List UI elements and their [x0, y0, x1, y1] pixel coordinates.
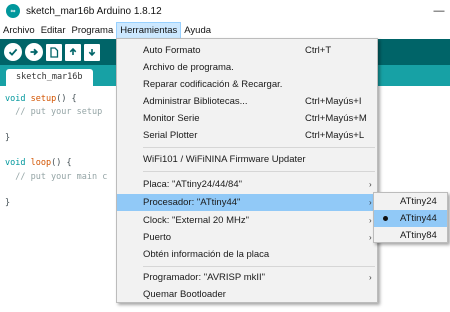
menu-item-processor[interactable]: Procesador: "ATtiny44" ›	[117, 194, 377, 211]
code-line: void setup() {	[5, 94, 77, 104]
chevron-right-icon: ›	[369, 198, 372, 207]
menu-item-board[interactable]: Placa: "ATtiny24/44/84" ›	[117, 176, 377, 193]
tools-menu: Auto Formato Ctrl+T Archivo de programa. …	[116, 38, 378, 303]
chevron-right-icon: ›	[369, 273, 372, 282]
menu-ayuda[interactable]: Ayuda	[181, 22, 214, 39]
menu-editar[interactable]: Editar	[38, 22, 69, 39]
menu-item-serial-plotter[interactable]: Serial Plotter Ctrl+Mayús+L	[117, 127, 377, 144]
upload-icon[interactable]	[25, 43, 43, 61]
code-line: }	[5, 198, 11, 208]
save-icon[interactable]	[84, 43, 100, 61]
arduino-logo-icon: ∞	[6, 4, 20, 18]
menu-item-firmware-updater[interactable]: WiFi101 / WiFiNINA Firmware Updater	[117, 151, 377, 168]
code-line: // put your main c	[5, 172, 108, 182]
menu-item-burn-bootloader[interactable]: Quemar Bootloader	[117, 286, 377, 303]
menu-item-manage-libraries[interactable]: Administrar Bibliotecas... Ctrl+Mayús+I	[117, 93, 377, 110]
menu-item-serial-monitor[interactable]: Monitor Serie Ctrl+Mayús+M	[117, 110, 377, 127]
minimize-button[interactable]: —	[428, 0, 450, 22]
processor-submenu: ATtiny24 ATtiny44 ATtiny84	[373, 192, 448, 243]
code-line: void loop() {	[5, 158, 72, 168]
menu-item-clock[interactable]: Clock: "External 20 MHz" ›	[117, 212, 377, 229]
menu-item-port[interactable]: Puerto ›	[117, 229, 377, 246]
verify-icon[interactable]	[4, 43, 22, 61]
submenu-item-attiny44[interactable]: ATtiny44	[374, 210, 447, 227]
window-title: sketch_mar16b Arduino 1.8.12	[26, 5, 162, 17]
menu-archivo[interactable]: Archivo	[0, 22, 38, 39]
menu-separator	[143, 266, 375, 267]
menu-separator	[143, 147, 375, 148]
title-bar: ∞ sketch_mar16b Arduino 1.8.12 —	[0, 0, 450, 22]
chevron-right-icon: ›	[369, 233, 372, 242]
menu-item-programmer[interactable]: Programador: "AVRISP mkII" ›	[117, 269, 377, 286]
open-icon[interactable]	[65, 43, 81, 61]
menu-separator	[143, 171, 375, 172]
menu-item-archive-sketch[interactable]: Archivo de programa.	[117, 59, 377, 76]
menu-item-auto-format[interactable]: Auto Formato Ctrl+T	[117, 42, 377, 59]
radio-bullet-icon	[383, 216, 388, 221]
menu-bar: Archivo Editar Programa Herramientas Ayu…	[0, 22, 450, 39]
new-icon[interactable]	[46, 43, 62, 61]
chevron-right-icon: ›	[369, 216, 372, 225]
menu-item-board-info[interactable]: Obtén información de la placa	[117, 246, 377, 263]
menu-herramientas[interactable]: Herramientas	[116, 22, 182, 39]
tab-sketch[interactable]: sketch_mar16b	[6, 69, 93, 86]
menu-programa[interactable]: Programa	[69, 22, 117, 39]
submenu-item-attiny84[interactable]: ATtiny84	[374, 227, 447, 244]
code-line: }	[5, 133, 11, 143]
submenu-item-attiny24[interactable]: ATtiny24	[374, 193, 447, 210]
chevron-right-icon: ›	[369, 180, 372, 189]
code-line: // put your setup	[5, 107, 103, 117]
menu-item-fix-encoding[interactable]: Reparar codificación & Recargar.	[117, 76, 377, 93]
